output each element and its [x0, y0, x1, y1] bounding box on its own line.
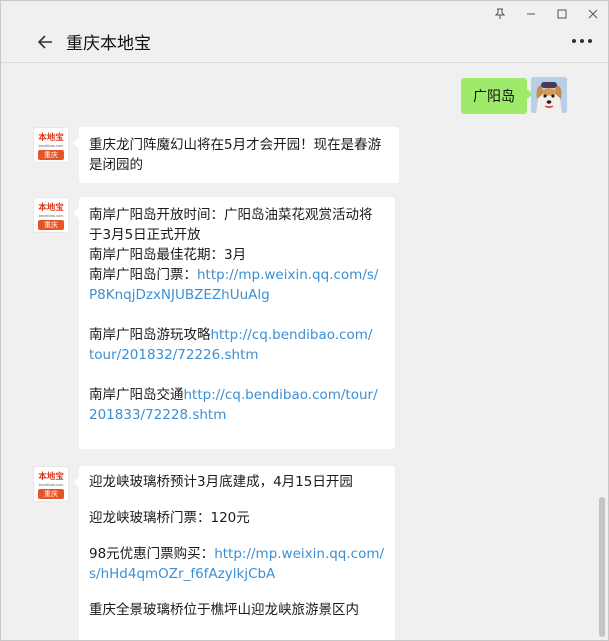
message-text: 98元优惠门票购买：	[89, 546, 215, 562]
bendibao-avatar[interactable]: 本地宝 bendibao.com 重庆	[33, 127, 69, 163]
chat-header: 重庆本地宝	[1, 21, 608, 63]
message-text: 重庆龙门阵魔幻山将在5月才会开园！现在是春游	[89, 137, 382, 153]
my-avatar[interactable]	[531, 77, 567, 113]
scrollbar-thumb[interactable]	[599, 497, 605, 637]
logo-text: 本地宝	[38, 203, 64, 213]
bendibao-avatar[interactable]: 本地宝 bendibao.com 重庆	[33, 466, 69, 502]
message-text: 重庆全景玻璃桥位于樵坪山迎龙峡旅游景区内	[89, 602, 359, 618]
message-text: 南岸广阳岛开放时间：广阳岛油菜花观赏活动将	[89, 207, 373, 223]
guide-link[interactable]: tour/201832/72226.shtm	[89, 345, 385, 365]
message-bubble: 迎龙峡玻璃桥预计3月底建成，4月15日开园 迎龙峡玻璃桥门票：120元 98元优…	[73, 466, 395, 640]
page-title: 重庆本地宝	[66, 34, 151, 54]
logo-text: 本地宝	[38, 133, 64, 143]
back-arrow-icon[interactable]	[35, 31, 57, 53]
message-line: 南岸广阳岛门票：http://mp.weixin.qq.com/s/	[89, 265, 385, 285]
message-line: 南岸广阳岛交通http://cq.bendibao.com/tour/	[89, 385, 385, 405]
my-message-bubble: 广阳岛	[461, 78, 533, 114]
ticket-link[interactable]: http://mp.weixin.qq.com/s/	[197, 267, 378, 283]
logo-url: bendibao.com	[38, 144, 64, 148]
message-text: 迎龙峡玻璃桥预计3月底建成，4月15日开园	[89, 474, 353, 490]
message-line: 南岸广阳岛游玩攻略http://cq.bendibao.com/	[89, 325, 385, 345]
logo-city-badge: 重庆	[38, 150, 64, 160]
message-bubble: 南岸广阳岛开放时间：广阳岛油菜花观赏活动将 于3月5日正式开放 南岸广阳岛最佳花…	[73, 197, 395, 449]
chat-window: 重庆本地宝 广阳岛 本地宝 bendibao.com 重庆 重庆龙门阵魔幻山将在…	[0, 0, 609, 641]
purchase-link[interactable]: s/hHd4qmOZr_f6fAzylkjCbA	[89, 564, 385, 584]
message-text: 于3月5日正式开放	[89, 227, 201, 243]
message-text: 南岸广阳岛门票：	[89, 267, 197, 283]
traffic-link[interactable]: http://cq.bendibao.com/tour/	[184, 387, 378, 403]
logo-url: bendibao.com	[38, 214, 64, 218]
message-text: 南岸广阳岛游玩攻略	[89, 327, 211, 343]
message-text: 迎龙峡玻璃桥门票：120元	[89, 510, 250, 526]
traffic-link[interactable]: 201833/72228.shtm	[89, 405, 385, 425]
logo-city-badge: 重庆	[38, 220, 64, 230]
logo-city-badge: 重庆	[38, 489, 64, 499]
message-text: 是闭园的	[89, 157, 143, 173]
guide-link[interactable]: http://cq.bendibao.com/	[211, 327, 373, 343]
more-icon[interactable]	[572, 39, 592, 43]
logo-text: 本地宝	[38, 472, 64, 482]
message-text: 南岸广阳岛交通	[89, 387, 184, 403]
ticket-link[interactable]: P8KnqjDzxNJUBZEZhUuAlg	[89, 285, 385, 305]
message-line: 98元优惠门票购买：http://mp.weixin.qq.com/	[89, 544, 385, 564]
purchase-link[interactable]: http://mp.weixin.qq.com/	[214, 546, 384, 562]
logo-url: bendibao.com	[38, 483, 64, 487]
bendibao-avatar[interactable]: 本地宝 bendibao.com 重庆	[33, 197, 69, 233]
message-list: 广阳岛 本地宝 bendibao.com 重庆 重庆龙门阵魔幻山将在5月才会开园…	[1, 64, 597, 640]
message-bubble: 重庆龙门阵魔幻山将在5月才会开园！现在是春游 是闭园的	[73, 127, 399, 183]
message-text: 南岸广阳岛最佳花期：3月	[89, 247, 247, 263]
